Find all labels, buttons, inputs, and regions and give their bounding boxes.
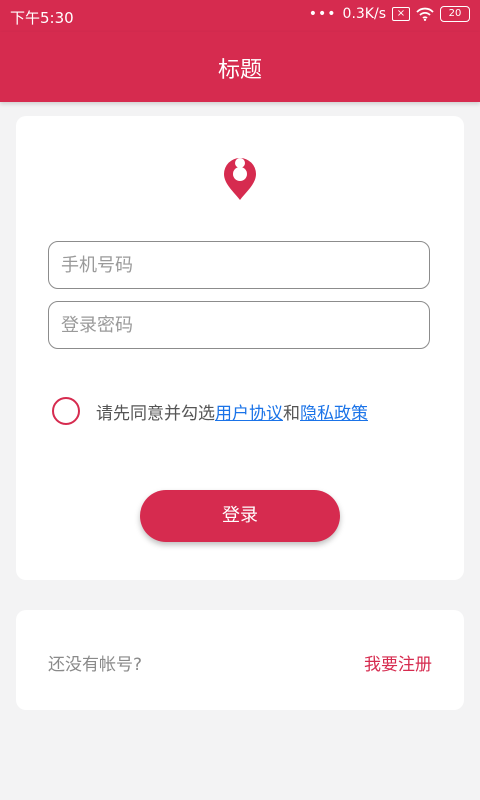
status-dots: ••• xyxy=(308,6,337,22)
agreement-and: 和 xyxy=(283,403,300,424)
login-button[interactable]: 登录 xyxy=(140,490,340,542)
phone-input[interactable] xyxy=(49,242,429,288)
login-card: 请先同意并勾选 用户协议 和 隐私政策 登录 xyxy=(16,116,464,580)
location-pin-person-icon xyxy=(220,156,260,202)
phone-field[interactable] xyxy=(48,241,430,289)
battery-icon: 20 xyxy=(440,6,470,22)
status-bar: 下午5:30 ••• 0.3K/s × 20 xyxy=(0,0,480,32)
password-input[interactable] xyxy=(49,302,429,348)
register-link[interactable]: 我要注册 xyxy=(364,650,432,675)
no-account-label: 还没有帐号? xyxy=(48,655,143,675)
agreement-prefix: 请先同意并勾选 xyxy=(96,403,215,424)
page-title: 标题 xyxy=(217,58,262,83)
user-agreement-link[interactable]: 用户协议 xyxy=(215,399,283,424)
password-field[interactable] xyxy=(48,301,430,349)
privacy-policy-link[interactable]: 隐私政策 xyxy=(300,399,368,424)
agreement-checkbox[interactable] xyxy=(52,397,80,425)
status-time: 下午5:30 xyxy=(10,9,74,27)
agreement-row: 请先同意并勾选 用户协议 和 隐私政策 xyxy=(52,394,368,428)
register-card: 还没有帐号? 我要注册 xyxy=(16,610,464,710)
status-indicators: ••• 0.3K/s × 20 xyxy=(309,6,470,22)
sim-disabled-icon: × xyxy=(392,7,410,21)
wifi-icon xyxy=(416,7,434,21)
app-header: 标题 xyxy=(0,32,480,102)
network-speed: 0.3K/s xyxy=(342,6,386,22)
